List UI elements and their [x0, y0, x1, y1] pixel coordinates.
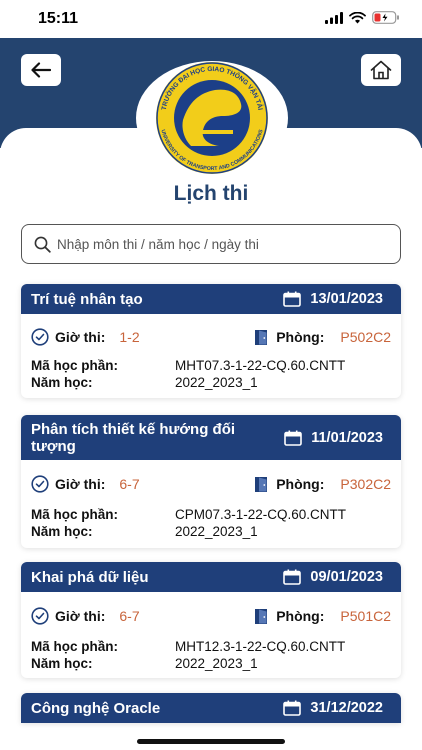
exam-card-header: Công nghệ Oracle 31/12/2022: [21, 693, 401, 723]
course-code-label: Mã học phần:: [31, 358, 118, 373]
school-year-label: Năm học:: [31, 656, 93, 671]
school-year-value: 2022_2023_1: [175, 524, 258, 539]
clock-icon: [31, 475, 49, 493]
door-icon: [255, 476, 268, 492]
university-logo: TRƯỜNG ĐẠI HỌC GIAO THÔNG VẬN TẢI UNIVER…: [136, 61, 288, 175]
status-time: 15:11: [38, 10, 79, 27]
calendar-icon: [283, 700, 302, 716]
school-year-label: Năm học:: [31, 524, 93, 539]
clock-icon: [31, 607, 49, 625]
course-code-label: Mã học phần:: [31, 507, 118, 522]
school-year-value: 2022_2023_1: [175, 375, 258, 390]
exam-card[interactable]: Công nghệ Oracle 31/12/2022: [21, 693, 401, 723]
exam-card-header: Trí tuệ nhân tạo 13/01/2023: [21, 284, 401, 314]
exam-date: 11/01/2023: [311, 429, 383, 446]
exam-title: Công nghệ Oracle: [31, 699, 161, 717]
exam-title: Khai phá dữ liệu: [31, 568, 149, 586]
back-button[interactable]: [21, 54, 61, 86]
door-icon: [255, 329, 268, 345]
calendar-icon: [284, 430, 303, 446]
exam-room-value: P302C2: [340, 476, 391, 492]
exam-date: 31/12/2022: [310, 700, 383, 716]
exam-room-label: Phòng:: [276, 476, 325, 492]
wifi-icon: [349, 11, 366, 23]
clock-icon: [31, 328, 49, 346]
exam-time-label: Giờ thi:: [55, 608, 106, 624]
course-code-value: CPM07.3-1-22-CQ.60.CNTT: [175, 507, 347, 522]
door-icon: [255, 608, 268, 624]
search-icon: [34, 236, 51, 253]
calendar-icon: [283, 291, 302, 307]
school-year-label: Năm học:: [31, 375, 93, 390]
exam-room-value: P502C2: [340, 329, 391, 345]
course-code-value: MHT12.3-1-22-CQ.60.CNTT: [175, 639, 346, 654]
exam-card-header: Khai phá dữ liệu 09/01/2023: [21, 562, 401, 592]
signal-icon: [325, 11, 343, 24]
home-button[interactable]: [361, 54, 401, 86]
exam-date: 13/01/2023: [310, 291, 383, 307]
exam-title: Trí tuệ nhân tạo: [31, 290, 143, 308]
exam-room-value: P501C2: [340, 608, 391, 624]
exam-time-value: 6-7: [119, 476, 140, 492]
exam-time-value: 6-7: [119, 608, 140, 624]
exam-room-label: Phòng:: [276, 608, 325, 624]
exam-time-label: Giờ thi:: [55, 476, 106, 492]
status-icons: [325, 11, 400, 24]
exam-title: Phân tích thiết kế hướng đối tượng: [31, 420, 236, 455]
page-title: Lịch thi: [173, 182, 249, 205]
status-bar: 15:11: [0, 0, 422, 38]
exam-date: 09/01/2023: [310, 569, 383, 585]
home-icon: [370, 60, 392, 80]
search-input[interactable]: [57, 236, 377, 252]
home-indicator: [137, 739, 285, 744]
exam-card[interactable]: Phân tích thiết kế hướng đối tượng 11/01…: [21, 415, 401, 548]
school-year-value: 2022_2023_1: [175, 656, 258, 671]
course-code-value: MHT07.3-1-22-CQ.60.CNTT: [175, 358, 346, 373]
exam-card[interactable]: Trí tuệ nhân tạo 13/01/2023 Giờ thi: 1-2…: [21, 284, 401, 398]
exam-card[interactable]: Khai phá dữ liệu 09/01/2023 Giờ thi: 6-7…: [21, 562, 401, 678]
arrow-left-icon: [31, 62, 51, 78]
search-box[interactable]: [21, 224, 401, 264]
course-code-label: Mã học phần:: [31, 639, 118, 654]
exam-time-value: 1-2: [119, 329, 140, 345]
exam-time-label: Giờ thi:: [55, 329, 106, 345]
exam-card-header: Phân tích thiết kế hướng đối tượng 11/01…: [21, 415, 401, 460]
battery-icon: [372, 11, 399, 24]
calendar-icon: [283, 569, 302, 585]
exam-room-label: Phòng:: [276, 329, 325, 345]
